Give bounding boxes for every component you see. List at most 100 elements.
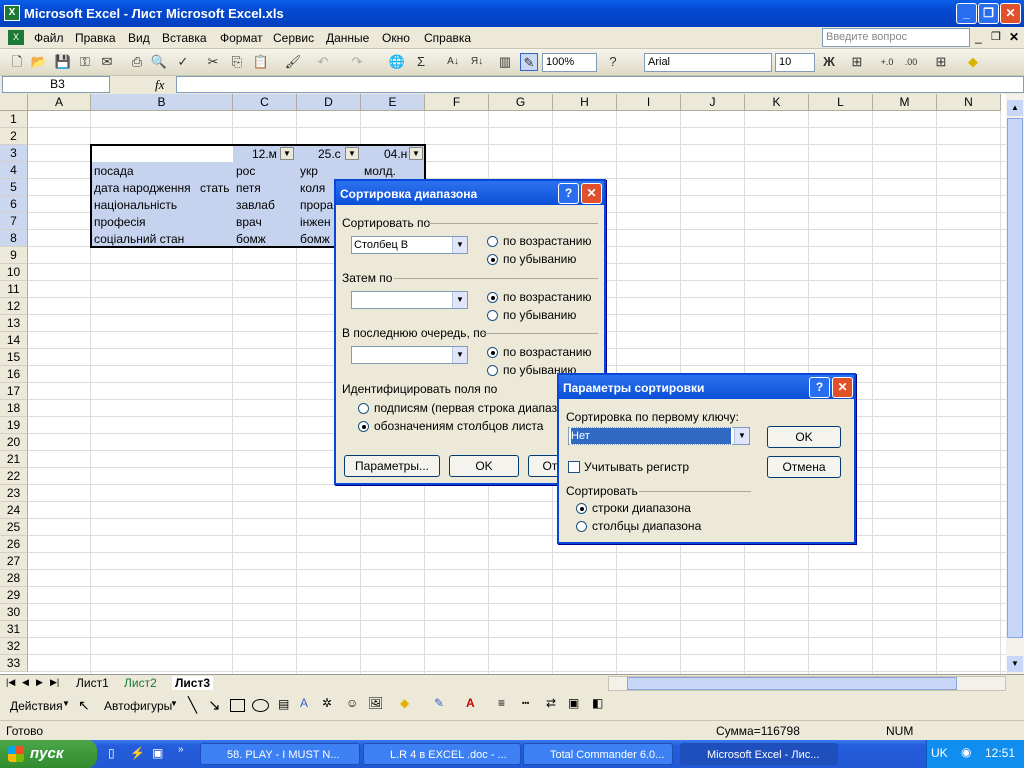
row-header-6[interactable]: 6 (0, 196, 28, 213)
arrow-style-icon[interactable]: ⇄ (546, 696, 556, 710)
more-icon[interactable]: » (178, 744, 184, 755)
then-select[interactable]: ▼ (351, 291, 468, 309)
drawing-icon[interactable]: ✎ (520, 53, 538, 71)
options-ok-button[interactable]: OK (767, 426, 841, 448)
column-header-g[interactable]: G (489, 94, 553, 111)
cell-e3[interactable]: 04.н (384, 146, 407, 163)
textbox-icon[interactable]: ▤ (278, 697, 289, 711)
tab-sheet2[interactable]: Лист2 (124, 676, 157, 690)
font-size-combo[interactable]: 10 (775, 53, 815, 72)
row-header-9[interactable]: 9 (0, 247, 28, 264)
column-header-c[interactable]: C (233, 94, 297, 111)
arrow-icon[interactable]: ↘ (208, 696, 221, 714)
row-header-13[interactable]: 13 (0, 315, 28, 332)
hyperlink-icon[interactable]: 🌐 (388, 53, 406, 71)
row-header-31[interactable]: 31 (0, 621, 28, 638)
sort-asc-icon[interactable]: A↓ (444, 53, 462, 71)
sortby-asc-radio[interactable] (487, 236, 498, 247)
prev-sheet-icon[interactable]: ◀ (22, 677, 29, 688)
row-header-19[interactable]: 19 (0, 417, 28, 434)
cell-b8[interactable]: соціальний стан (94, 231, 184, 248)
tab-sheet1[interactable]: Лист1 (76, 676, 109, 690)
doc-minimize-icon[interactable]: _ (975, 30, 982, 44)
cell-d5[interactable]: коля (300, 180, 325, 197)
doc-restore-icon[interactable]: ❐ (991, 30, 1001, 43)
cell-b6[interactable]: національність (94, 197, 177, 214)
line-style-icon[interactable]: ≡ (498, 696, 505, 710)
sortby-desc-radio[interactable] (487, 254, 498, 265)
rectangle-icon[interactable] (230, 699, 245, 712)
menu-tools[interactable]: Сервис (273, 31, 314, 45)
horizontal-scrollbar[interactable] (608, 676, 1006, 691)
sortby-select[interactable]: Столбец B ▼ (351, 236, 468, 254)
language-indicator[interactable]: UK (931, 746, 948, 760)
row-header-18[interactable]: 18 (0, 400, 28, 417)
cell-b5[interactable]: дата народження (94, 180, 191, 197)
row-header-24[interactable]: 24 (0, 502, 28, 519)
cell-c8[interactable]: бомж (236, 231, 266, 248)
fill-icon[interactable]: ◆ (400, 696, 409, 710)
quicklaunch-icon[interactable]: ▣ (152, 746, 163, 760)
task-excel[interactable]: Microsoft Excel - Лис... (680, 743, 838, 765)
row-header-32[interactable]: 32 (0, 638, 28, 655)
cell-e4[interactable]: молд. (364, 163, 396, 180)
row-header-4[interactable]: 4 (0, 162, 28, 179)
cell-c6[interactable]: завлаб (236, 197, 275, 214)
cell-c7[interactable]: врач (236, 214, 262, 231)
spelling-icon[interactable]: ✓ (174, 53, 192, 71)
then-asc-radio[interactable] (487, 292, 498, 303)
column-header-k[interactable]: K (745, 94, 809, 111)
print-icon[interactable]: ⎙ (128, 53, 146, 71)
next-sheet-icon[interactable]: ▶ (36, 677, 43, 688)
menu-window[interactable]: Окно (382, 31, 410, 45)
rows-radio[interactable] (576, 503, 587, 514)
row-header-10[interactable]: 10 (0, 264, 28, 281)
line-icon[interactable]: ╲ (188, 696, 197, 714)
line-color-icon[interactable]: ✎ (434, 696, 444, 710)
font-combo[interactable]: Arial (644, 53, 772, 72)
3d-icon[interactable]: ◧ (592, 696, 603, 710)
row-header-17[interactable]: 17 (0, 383, 28, 400)
oval-icon[interactable] (252, 699, 269, 712)
undo-icon[interactable]: ↶ (314, 53, 332, 71)
row-header-29[interactable]: 29 (0, 587, 28, 604)
paste-icon[interactable]: 📋 (252, 53, 270, 71)
tray-icon[interactable]: ◉ (961, 745, 971, 759)
last-select[interactable]: ▼ (351, 346, 468, 364)
row-header-28[interactable]: 28 (0, 570, 28, 587)
first-sheet-icon[interactable]: |◀ (6, 677, 15, 688)
casesens-checkbox[interactable] (568, 461, 580, 473)
cell-d3[interactable]: 25.с (318, 146, 341, 163)
doc-close-icon[interactable]: ✕ (1009, 30, 1019, 44)
firstkey-select[interactable]: Нет ▼ (568, 427, 750, 445)
column-header-n[interactable]: N (937, 94, 1001, 111)
scroll-thumb[interactable] (1007, 118, 1023, 638)
redo-icon[interactable]: ↷ (348, 53, 366, 71)
colnames-radio[interactable] (358, 421, 369, 432)
options-close-button[interactable]: ✕ (832, 377, 853, 398)
menu-format[interactable]: Формат (220, 31, 263, 45)
sort-help-button[interactable]: ? (558, 183, 579, 204)
diagram-icon[interactable]: ✲ (322, 696, 332, 710)
row-header-3[interactable]: 3 (0, 145, 28, 162)
column-header-h[interactable]: H (553, 94, 617, 111)
minimize-button[interactable]: _ (956, 3, 977, 24)
row-header-21[interactable]: 21 (0, 451, 28, 468)
cell-b4[interactable]: посада (94, 163, 134, 180)
task-totalcmd[interactable]: Total Commander 6.0... (523, 743, 673, 765)
picture-icon[interactable]: 🖼 (368, 696, 383, 710)
sort-desc-icon[interactable]: Я↓ (468, 53, 486, 71)
column-header-b[interactable]: B (91, 94, 233, 111)
row-header-5[interactable]: 5 (0, 179, 28, 196)
open-icon[interactable]: 📂 (30, 53, 48, 71)
column-header-d[interactable]: D (297, 94, 361, 111)
scroll-up-icon[interactable]: ▲ (1007, 100, 1023, 116)
formula-input[interactable] (176, 76, 1024, 93)
row-header-16[interactable]: 16 (0, 366, 28, 383)
menu-edit[interactable]: Правка (75, 31, 116, 45)
shadow-icon[interactable]: ▣ (568, 696, 579, 710)
row-header-20[interactable]: 20 (0, 434, 28, 451)
autoshapes-menu[interactable]: Автофигуры (104, 699, 172, 713)
last-desc-radio[interactable] (487, 365, 498, 376)
cut-icon[interactable]: ✂ (204, 53, 222, 71)
